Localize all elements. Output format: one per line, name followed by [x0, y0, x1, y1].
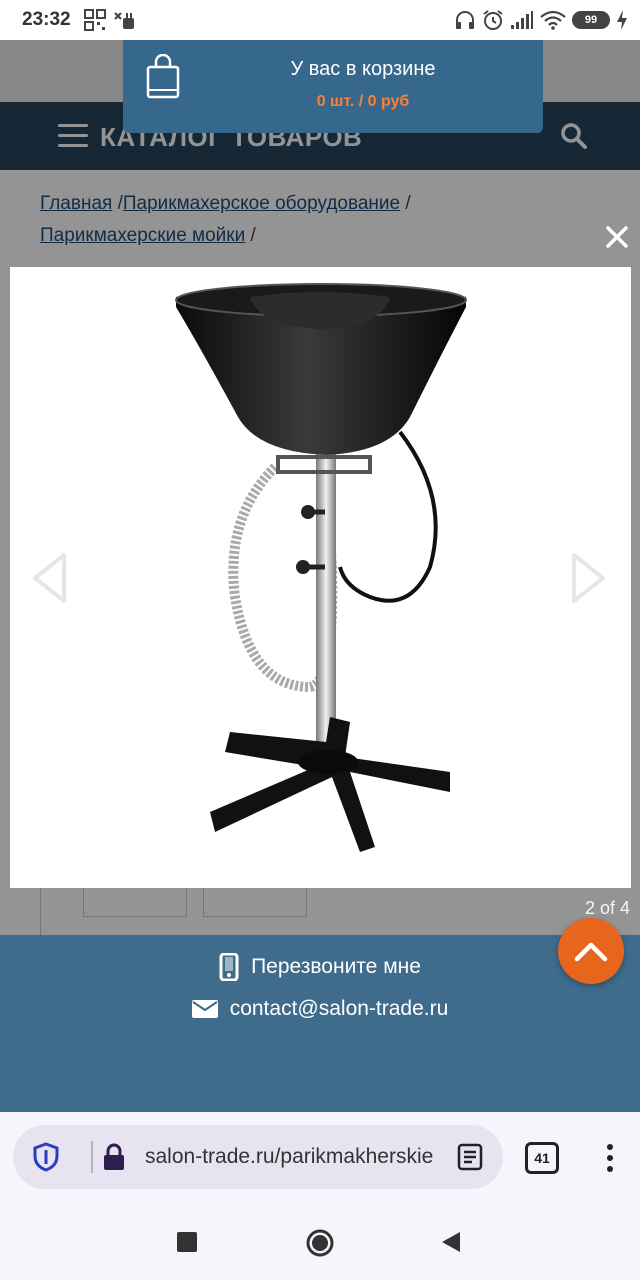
tabs-button[interactable]: 41: [525, 1142, 559, 1174]
contact-band: Перезвоните мне contact@salon-trade.ru: [0, 935, 640, 1112]
address-bar[interactable]: salon-trade.ru/parikmakherskie: [13, 1125, 503, 1189]
scroll-to-top-button[interactable]: [558, 918, 624, 984]
status-time: 23:32: [22, 9, 71, 30]
cart-summary: 0 шт. / 0 руб: [316, 93, 410, 110]
envelope-icon: [191, 1000, 218, 1018]
close-icon[interactable]: [603, 223, 631, 251]
tab-count: 41: [534, 1150, 550, 1166]
browser-toolbar: salon-trade.ru/parikmakherskie 41: [0, 1112, 640, 1204]
more-menu-icon[interactable]: [604, 1144, 616, 1174]
shield-icon[interactable]: [33, 1142, 59, 1172]
alarm-icon: [483, 10, 503, 30]
email-link[interactable]: contact@salon-trade.ru: [0, 997, 640, 1021]
email-address[interactable]: contact@salon-trade.ru: [230, 997, 449, 1021]
cake-icon: [114, 12, 134, 29]
qr-icon: [84, 9, 106, 31]
url-divider: [91, 1141, 93, 1173]
chevron-left-icon[interactable]: [30, 552, 70, 604]
back-icon[interactable]: [440, 1230, 462, 1254]
url-text[interactable]: salon-trade.ru/parikmakherskie: [145, 1145, 437, 1169]
signal-icon: [511, 11, 533, 29]
shopping-bag-icon: [146, 54, 180, 99]
reader-mode-icon[interactable]: [457, 1143, 483, 1171]
recents-icon[interactable]: [177, 1232, 197, 1252]
chevron-right-icon[interactable]: [568, 552, 608, 604]
cart-title: У вас в корзине: [290, 58, 436, 80]
status-bar: 23:32 99: [0, 0, 640, 40]
product-image: [10, 267, 631, 888]
callback-link[interactable]: Перезвоните мне: [0, 953, 640, 981]
wifi-icon: [540, 10, 566, 30]
system-nav-bar: [0, 1204, 640, 1280]
callback-label[interactable]: Перезвоните мне: [251, 955, 421, 979]
washbasin-illustration: [175, 283, 467, 852]
chevron-up-icon: [574, 942, 608, 962]
cart-popup[interactable]: У вас в корзине 0 шт. / 0 руб: [123, 40, 543, 133]
image-counter: 2 of 4: [584, 898, 630, 918]
phone-icon: [219, 953, 239, 981]
headphones-icon: [456, 11, 474, 29]
battery-level: 99: [584, 14, 598, 26]
home-icon[interactable]: [305, 1228, 335, 1258]
charging-icon: [617, 10, 627, 30]
battery-icon: 99: [572, 11, 610, 29]
lock-icon[interactable]: [103, 1143, 125, 1171]
